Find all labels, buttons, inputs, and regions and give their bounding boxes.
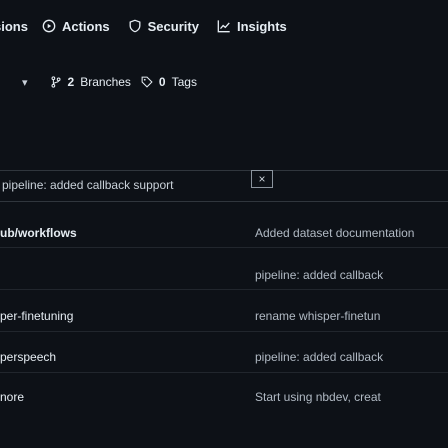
list-item[interactable]: perspeech pipeline: added callback: [0, 350, 448, 368]
list-item[interactable]: pipeline: added callback: [0, 268, 448, 286]
shield-icon: [128, 19, 142, 33]
row-divider: [0, 247, 448, 248]
branch-label: Branches: [80, 75, 131, 89]
nav-actions[interactable]: Actions: [42, 19, 110, 34]
commit-message[interactable]: Added dataset documentation: [255, 226, 414, 240]
row-divider: [0, 331, 448, 332]
nav-label: sions: [0, 18, 28, 34]
commit-message[interactable]: rename whisper-finetun: [255, 309, 380, 323]
file-name[interactable]: ub/workflows: [0, 226, 77, 240]
close-icon[interactable]: ×: [251, 170, 273, 188]
nav-label: Actions: [61, 18, 110, 34]
tag-label: Tags: [171, 75, 197, 89]
row-divider: [0, 372, 448, 373]
file-name[interactable]: per-finetuning: [0, 309, 73, 323]
commit-message[interactable]: Start using nbdev, creat: [255, 390, 381, 404]
tag-count: 0: [158, 75, 166, 89]
play-circle-icon: [42, 19, 56, 33]
tags-link[interactable]: 0 Tags: [141, 75, 197, 89]
commit-message[interactable]: pipeline: added callback: [255, 350, 383, 364]
file-name[interactable]: nore: [0, 390, 24, 404]
graph-icon: [217, 19, 231, 33]
list-item[interactable]: per-finetuning rename whisper-finetun: [0, 309, 448, 327]
repo-nav: sions Actions Security Insights: [0, 0, 448, 52]
list-item[interactable]: nore Start using nbdev, creat: [0, 390, 448, 408]
file-name[interactable]: perspeech: [0, 350, 56, 364]
nav-label: Insights: [236, 18, 287, 34]
nav-label: Security: [147, 18, 199, 34]
branch-count: 2: [67, 75, 75, 89]
list-item[interactable]: ub/workflows Added dataset documentation: [0, 226, 448, 244]
nav-security[interactable]: Security: [128, 19, 199, 34]
commit-filter-text: pipeline: added callback support: [2, 178, 174, 192]
commit-message[interactable]: pipeline: added callback: [255, 268, 383, 282]
row-divider: [0, 289, 448, 290]
nav-discussions[interactable]: sions: [0, 19, 28, 34]
tag-icon: [141, 76, 153, 88]
nav-insights[interactable]: Insights: [217, 19, 287, 34]
branches-link[interactable]: 2 Branches: [50, 75, 131, 89]
branch-icon: [50, 76, 62, 88]
branches-row: ▾ 2 Branches 0 Tags: [22, 73, 197, 91]
chevron-down-icon[interactable]: ▾: [22, 76, 28, 89]
